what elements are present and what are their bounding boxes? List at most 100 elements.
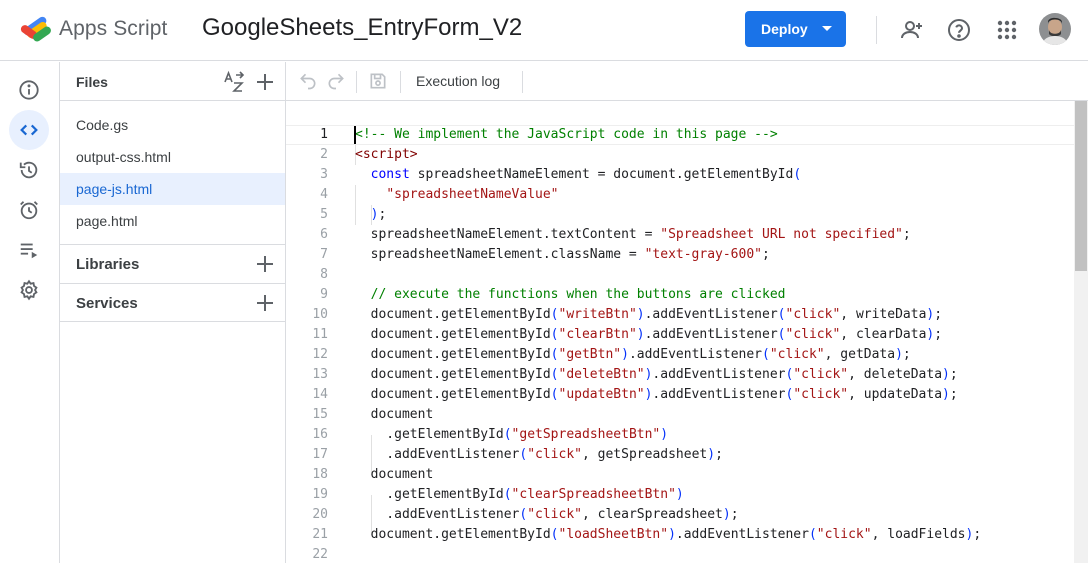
file-item-page-js[interactable]: page-js.html: [60, 173, 285, 205]
code-token: , writeData: [840, 307, 927, 322]
code-line[interactable]: 12 document.getElementById("getBtn").add…: [286, 345, 1076, 365]
line-text: .addEventListener("click", getSpreadshee…: [355, 445, 723, 465]
files-title: Files: [76, 74, 108, 90]
avatar[interactable]: [1039, 13, 1071, 45]
code-token: "deleteBtn": [558, 367, 645, 382]
add-person-icon[interactable]: [900, 18, 924, 42]
code-token: (: [777, 327, 786, 342]
file-item-page-html[interactable]: page.html: [60, 205, 285, 237]
line-text: <script>: [355, 145, 418, 165]
code-token: , loadFields: [871, 527, 966, 542]
project-history-button[interactable]: [9, 150, 49, 190]
code-token: .getElementById: [355, 487, 504, 502]
top-app-bar: Apps Script GoogleSheets_EntryForm_V2 De…: [0, 0, 1088, 61]
sort-az-icon[interactable]: [222, 70, 246, 94]
editor-scrollbar-thumb[interactable]: [1075, 101, 1087, 271]
code-token: "clearSpreadsheetBtn": [511, 487, 676, 502]
code-token: "click": [769, 347, 825, 362]
deploy-button[interactable]: Deploy: [745, 11, 846, 47]
line-number: 5: [320, 207, 328, 222]
project-title[interactable]: GoogleSheets_EntryForm_V2: [202, 14, 522, 42]
code-line[interactable]: 7 spreadsheetNameElement.className = "te…: [286, 245, 1076, 265]
line-text: document: [355, 405, 434, 425]
code-line[interactable]: 9 // execute the functions when the butt…: [286, 285, 1076, 305]
code-line[interactable]: 8: [286, 265, 1076, 285]
code-line[interactable]: 14 document.getElementById("updateBtn").…: [286, 385, 1076, 405]
line-text: document.getElementById("writeBtn").addE…: [355, 305, 942, 325]
line-text: document.getElementById("updateBtn") .add…: [355, 385, 958, 405]
libraries-section[interactable]: Libraries: [60, 244, 285, 283]
code-token: (: [793, 167, 802, 182]
add-file-icon[interactable]: [253, 70, 277, 94]
code-line[interactable]: 10 document.getElementById("writeBtn").a…: [286, 305, 1076, 325]
triggers-button[interactable]: [9, 190, 49, 230]
code-token: document: [355, 407, 434, 422]
code-line[interactable]: 3 const spreadsheetNameElement = documen…: [286, 165, 1076, 185]
code-line[interactable]: 21 document.getElementById("loadSheetBtn…: [286, 525, 1076, 545]
code-token: (: [503, 487, 512, 502]
code-line[interactable]: 17 .addEventListener("click", getSpreads…: [286, 445, 1076, 465]
execution-log-button[interactable]: Execution log: [416, 73, 500, 89]
code-token: .addEventListener: [652, 387, 786, 402]
code-line[interactable]: 15 document: [286, 405, 1076, 425]
code-token: <!-- We implement the JavaScript code in…: [355, 127, 778, 142]
code-token: (: [762, 347, 770, 362]
undo-icon[interactable]: [298, 71, 318, 91]
executions-icon: [20, 243, 38, 259]
code-token: ): [895, 347, 903, 362]
file-item-output-css[interactable]: output-css.html: [60, 141, 285, 173]
code-line[interactable]: 11 document.getElementById("clearBtn").a…: [286, 325, 1076, 345]
line-number: 14: [312, 387, 328, 402]
code-line[interactable]: 1 <!-- We implement the JavaScript code i…: [286, 125, 1076, 145]
file-item-code-gs[interactable]: Code.gs: [60, 109, 285, 141]
code-line[interactable]: 6 spreadsheetNameElement.textContent = "…: [286, 225, 1076, 245]
line-text: const spreadsheetNameElement = document.…: [355, 165, 801, 185]
code-token: "clearBtn": [558, 327, 637, 342]
settings-button[interactable]: [9, 270, 49, 310]
code-line[interactable]: 18 document: [286, 465, 1076, 485]
code-line[interactable]: 19 .getElementById("clearSpreadsheetBtn"…: [286, 485, 1076, 505]
add-library-icon[interactable]: [253, 252, 277, 276]
code-line[interactable]: 2 <script>: [286, 145, 1076, 165]
add-service-icon[interactable]: [253, 291, 277, 315]
chevron-down-icon[interactable]: [822, 26, 832, 31]
code-editor[interactable]: 1 <!-- We implement the JavaScript code i…: [286, 101, 1088, 563]
editor-button[interactable]: [9, 110, 49, 150]
executions-button[interactable]: [9, 230, 49, 270]
code-token: spreadsheetNameElement = document.getEle…: [409, 167, 794, 182]
code-line[interactable]: 13 document.getElementById("deleteBtn").…: [286, 365, 1076, 385]
libraries-label: Libraries: [76, 256, 140, 273]
line-number: 16: [312, 427, 328, 442]
code-line[interactable]: 16 .getElementById("getSpreadsheetBtn"): [286, 425, 1076, 445]
code-token: .addEventListener: [355, 447, 520, 462]
line-number: 9: [320, 287, 328, 302]
services-section[interactable]: Services: [60, 283, 285, 322]
code-token: ;: [973, 527, 982, 542]
apps-grid-icon[interactable]: [995, 18, 1019, 42]
redo-icon[interactable]: [326, 71, 346, 91]
apps-script-logo-icon[interactable]: [20, 14, 54, 42]
line-number: 17: [312, 447, 328, 462]
code-token: (: [550, 327, 559, 342]
code-token: (: [503, 427, 512, 442]
code-line[interactable]: 22: [286, 545, 1076, 563]
code-line[interactable]: 5 );: [286, 205, 1076, 225]
left-navigation-rail: [0, 62, 60, 563]
code-token: ): [942, 367, 950, 382]
code-token: ;: [715, 447, 723, 462]
save-icon[interactable]: [368, 71, 388, 91]
help-icon[interactable]: [947, 18, 971, 42]
overview-button[interactable]: [9, 70, 49, 110]
line-number: 15: [312, 407, 328, 422]
code-line[interactable]: 20 .addEventListener("click", clearSprea…: [286, 505, 1076, 525]
code-token: document.getElementById: [355, 527, 551, 542]
code-token: ;: [762, 247, 770, 262]
code-token: "click": [816, 527, 872, 542]
code-token: "getBtn": [558, 347, 622, 362]
code-line[interactable]: 4 "spreadsheetNameValue": [286, 185, 1076, 205]
line-text: "spreadsheetNameValue": [355, 185, 558, 205]
info-icon: [19, 80, 39, 100]
line-number: 20: [312, 507, 328, 522]
